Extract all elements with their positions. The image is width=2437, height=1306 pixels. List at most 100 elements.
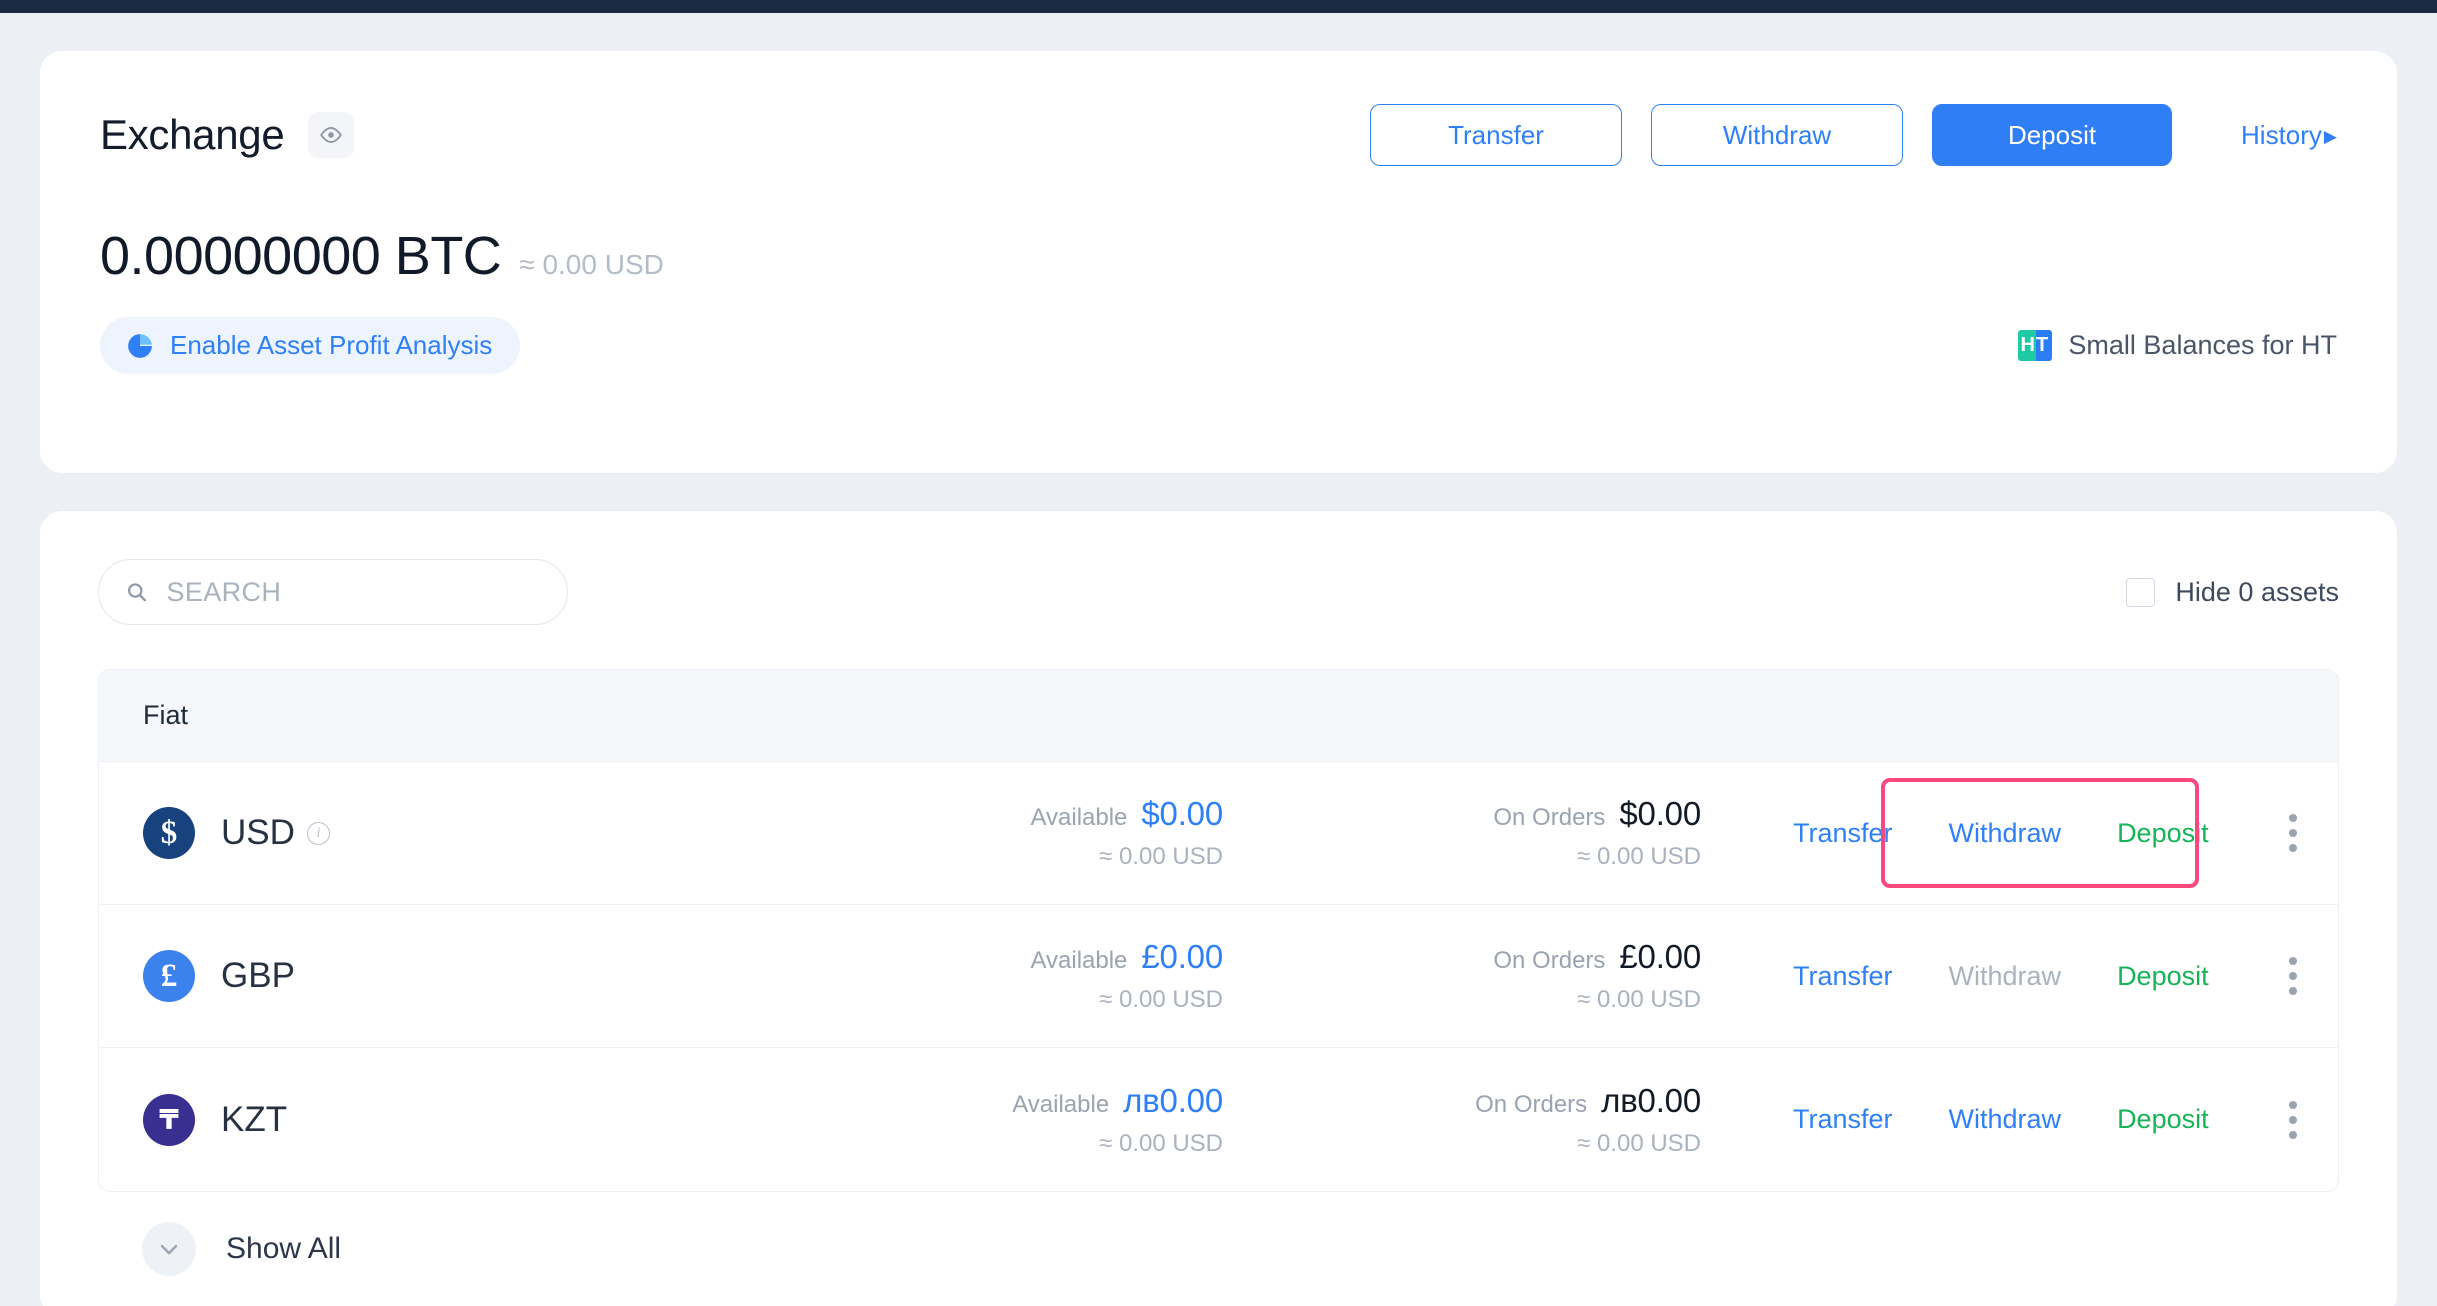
on-orders-label: On Orders [1493,804,1606,831]
on-orders-approx: ≈ 0.00 USD [1577,843,1701,870]
search-icon [128,583,147,602]
page-title: Exchange [100,111,285,158]
available-label: Available [1030,804,1128,831]
search-input[interactable] [166,576,541,608]
small-balances-label: Small Balances for HT [2068,330,2337,360]
ht-icon-t: T [2035,330,2053,361]
on-orders-value: $0.00 [1619,795,1701,832]
kebab-dot [2288,829,2297,837]
row-deposit-link[interactable]: Deposit [2117,818,2209,849]
asset-code-label: GBP [221,956,295,995]
available-value: лв0.00 [1123,1081,1223,1119]
small-balances-for-ht-link[interactable]: H T Small Balances for HT [2018,330,2337,361]
top-nav-bar [0,0,2437,13]
row-more-menu-button[interactable] [2249,762,2337,904]
row-withdraw-link[interactable]: Withdraw [1949,818,2062,849]
on-orders-value: лв0.00 [1601,1081,1701,1119]
on-orders-label: On Orders [1493,947,1606,974]
row-actions: Transfer Withdraw Deposit [1753,1048,2249,1191]
eye-icon [320,127,343,143]
chevron-down-icon-wrapper [142,1222,196,1276]
history-link[interactable]: History ▶ [2241,120,2337,151]
table-row[interactable]: ₸ KZT Available лв0.00 ≈ 0.00 USD On Ord… [99,1048,2338,1191]
assets-table: Fiat $ USD i Available $0.00 ≈ 0.00 USD … [98,669,2339,1192]
available-column: Available $0.00 ≈ 0.00 USD [843,795,1223,871]
gbp-coin-icon: £ [143,950,195,1002]
page-container: Exchange Transfer Withdraw Deposit Histo… [0,51,2437,1306]
row-deposit-link[interactable]: Deposit [2117,1104,2209,1135]
row-transfer-link[interactable]: Transfer [1793,1104,1893,1135]
available-label: Available [1030,947,1128,974]
total-balance-value: 0.00000000 BTC [100,226,502,286]
asset-code: KZT [221,1100,287,1140]
row-withdraw-link[interactable]: Withdraw [1949,1104,2062,1135]
table-row[interactable]: £ GBP Available £0.00 ≈ 0.00 USD On Orde… [99,905,2338,1048]
row-deposit-link[interactable]: Deposit [2117,961,2209,992]
transfer-button[interactable]: Transfer [1370,104,1623,166]
asset-code-label: USD [221,813,295,852]
hide-zero-assets-checkbox[interactable] [2126,577,2156,607]
on-orders-column: On Orders лв0.00 ≈ 0.00 USD [1301,1082,1701,1158]
show-all-button[interactable]: Show All [98,1192,2339,1276]
row-transfer-link[interactable]: Transfer [1793,818,1893,849]
chevron-down-icon [160,1244,178,1255]
hide-zero-assets-label: Hide 0 assets [2175,576,2339,607]
asset-identity: $ USD i [143,807,843,859]
kebab-dot [2288,1130,2297,1139]
on-orders-column: On Orders $0.00 ≈ 0.00 USD [1301,795,1701,871]
kzt-coin-icon: ₸ [143,1093,195,1146]
kebab-dot [2288,957,2297,965]
kebab-dot [2288,1100,2297,1109]
kebab-dot [2288,972,2297,980]
row-transfer-link[interactable]: Transfer [1793,961,1893,992]
hide-zero-assets-toggle[interactable]: Hide 0 assets [2126,577,2339,608]
assets-toolbar: Hide 0 assets [98,557,2339,627]
asset-code-label: KZT [221,1099,288,1139]
ht-token-icon: H T [2018,330,2053,361]
show-all-label: Show All [226,1232,342,1265]
asset-identity: ₸ KZT [143,1093,843,1146]
available-value: £0.00 [1141,938,1223,975]
row-more-menu-button[interactable] [2249,905,2337,1047]
row-more-menu-button[interactable] [2249,1048,2337,1191]
on-orders-value: £0.00 [1619,938,1701,975]
on-orders-column: On Orders £0.00 ≈ 0.00 USD [1301,938,1701,1014]
total-balance-row: 0.00000000 BTC ≈ 0.00 USD [100,225,2337,287]
available-approx: ≈ 0.00 USD [1099,843,1223,870]
ht-icon-h: H [2018,330,2036,361]
pie-chart-icon [128,333,152,358]
kebab-dot [2288,987,2297,995]
summary-header-row: Exchange Transfer Withdraw Deposit Histo… [100,99,2337,171]
on-orders-label: On Orders [1475,1090,1588,1118]
toggle-balance-visibility-button[interactable] [308,112,355,158]
asset-code: GBP [221,956,295,996]
row-actions: Transfer Withdraw Deposit [1753,905,2249,1047]
kebab-dot [2288,814,2297,822]
exchange-summary-card: Exchange Transfer Withdraw Deposit Histo… [40,51,2397,473]
asset-code: USD i [221,813,330,853]
info-icon[interactable]: i [306,821,330,845]
header-actions: Transfer Withdraw Deposit History ▶ [1370,104,2337,166]
row-actions: Transfer Withdraw Deposit [1753,762,2249,904]
kebab-dot [2288,844,2297,852]
available-approx: ≈ 0.00 USD [1099,1129,1223,1157]
assets-list-card: Hide 0 assets Fiat $ USD i Available [40,511,2397,1306]
asset-identity: £ GBP [143,950,843,1002]
summary-footer-row: Enable Asset Profit Analysis H T Small B… [100,317,2337,374]
search-box[interactable] [98,559,568,625]
kebab-dot [2288,1115,2297,1124]
withdraw-button[interactable]: Withdraw [1651,104,1904,166]
available-label: Available [1012,1090,1110,1118]
enable-asset-profit-analysis-button[interactable]: Enable Asset Profit Analysis [100,317,521,374]
caret-right-icon: ▶ [2323,126,2337,146]
row-withdraw-link: Withdraw [1948,960,2062,991]
table-row[interactable]: $ USD i Available $0.00 ≈ 0.00 USD On Or… [99,762,2338,905]
enable-asset-profit-analysis-label: Enable Asset Profit Analysis [170,330,493,360]
available-column: Available £0.00 ≈ 0.00 USD [843,938,1223,1014]
assets-group-header: Fiat [99,670,2338,762]
deposit-button[interactable]: Deposit [1932,104,2173,166]
assets-group-label: Fiat [143,700,189,730]
available-column: Available лв0.00 ≈ 0.00 USD [843,1082,1223,1158]
history-link-label: History [2241,119,2322,150]
available-value: $0.00 [1141,795,1223,832]
